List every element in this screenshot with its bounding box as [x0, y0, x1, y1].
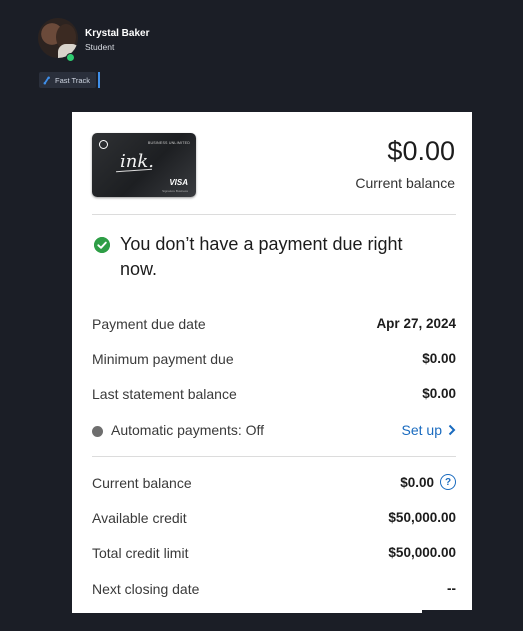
badge-accent — [98, 72, 100, 88]
last-statement-label: Last statement balance — [92, 386, 237, 402]
current-balance-row-value: $0.00 — [400, 474, 434, 490]
autopay-setup-link[interactable]: Set up — [402, 422, 456, 438]
minimum-payment-row: Minimum payment due $0.00 — [92, 347, 456, 371]
next-closing-date-label: Next closing date — [92, 581, 200, 597]
next-closing-date-value: -- — [447, 581, 456, 596]
check-circle-icon — [94, 237, 110, 253]
card-tier-label: BUSINESS UNLIMITED — [147, 141, 190, 145]
minimum-payment-label: Minimum payment due — [92, 351, 234, 367]
user-profile[interactable]: Krystal Baker Student — [38, 18, 238, 64]
fast-track-badge[interactable]: Fast Track — [39, 72, 97, 88]
card-logo-icon — [99, 140, 108, 149]
badge-label: Fast Track — [55, 75, 91, 85]
bottom-edge — [422, 610, 472, 613]
phone-icon — [43, 76, 50, 84]
card-network-sub: Signature Business — [162, 189, 188, 193]
credit-card-image: BUSINESS UNLIMITED ink. VISA Signature B… — [92, 133, 196, 197]
current-balance-label: Current balance — [355, 175, 455, 191]
avatar[interactable] — [38, 18, 78, 58]
current-balance-amount: $0.00 — [387, 136, 455, 166]
autopay-label: Automatic payments: Off — [111, 422, 265, 438]
user-name: Krystal Baker — [85, 28, 150, 39]
chevron-right-icon — [448, 424, 456, 436]
payment-due-date-label: Payment due date — [92, 316, 206, 332]
card-brand-script: ink. — [120, 151, 154, 172]
payment-due-date-value: Apr 27, 2024 — [376, 316, 456, 331]
available-credit-label: Available credit — [92, 510, 187, 526]
help-icon[interactable]: ? — [440, 474, 456, 490]
account-summary-panel: BUSINESS UNLIMITED ink. VISA Signature B… — [72, 112, 472, 613]
payment-status-message: You don’t have a payment due right now. — [120, 234, 403, 279]
card-network-label: VISA — [169, 178, 188, 187]
autopay-row: Automatic payments: Off Set up — [92, 418, 456, 442]
payment-due-date-row: Payment due date Apr 27, 2024 — [92, 312, 456, 336]
current-balance-row-value-wrap: $0.00 ? — [400, 474, 456, 490]
last-statement-row: Last statement balance $0.00 — [92, 382, 456, 406]
autopay-status-icon — [92, 426, 103, 437]
user-role: Student — [85, 42, 115, 52]
total-credit-limit-label: Total credit limit — [92, 545, 189, 561]
current-balance-row-label: Current balance — [92, 475, 192, 491]
minimum-payment-value: $0.00 — [422, 351, 456, 366]
total-credit-limit-value: $50,000.00 — [388, 545, 456, 560]
divider — [92, 214, 456, 215]
available-credit-row: Available credit $50,000.00 — [92, 506, 456, 530]
current-balance-row: Current balance $0.00 ? — [92, 471, 456, 495]
total-credit-limit-row: Total credit limit $50,000.00 — [92, 541, 456, 565]
last-statement-value: $0.00 — [422, 386, 456, 401]
setup-label: Set up — [401, 422, 442, 438]
online-status-icon — [66, 53, 75, 62]
next-closing-date-row: Next closing date -- — [92, 577, 456, 601]
divider — [92, 456, 456, 457]
available-credit-value: $50,000.00 — [388, 510, 456, 525]
